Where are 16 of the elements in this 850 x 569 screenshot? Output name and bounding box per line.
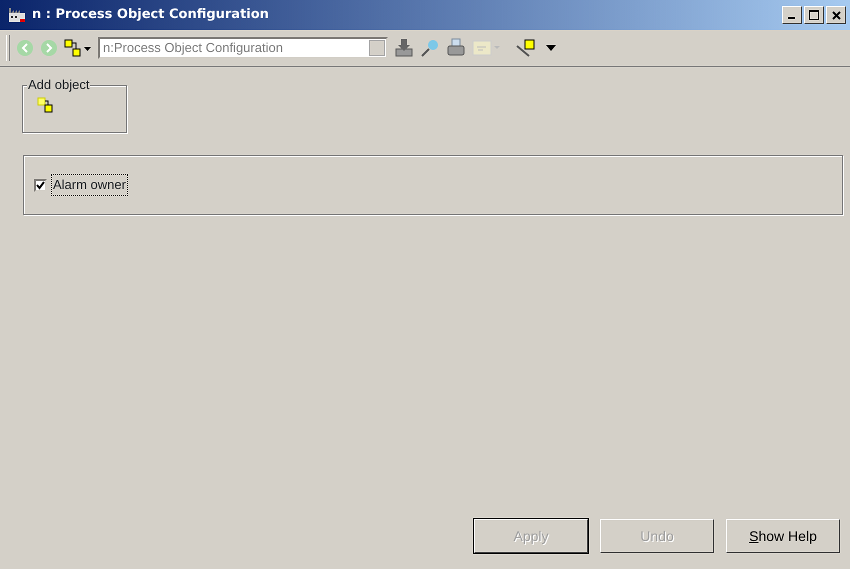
add-object-icon[interactable] — [36, 96, 54, 114]
caret-icon[interactable] — [546, 45, 556, 51]
maximize-button[interactable] — [804, 6, 824, 24]
dialog-button[interactable]: Show Help — [726, 519, 840, 553]
close-button[interactable] — [826, 6, 846, 24]
window-title: n : Process Object Configuration — [32, 6, 269, 24]
factory-icon — [8, 7, 26, 23]
printer-icon[interactable] — [446, 38, 466, 58]
checkbox-label[interactable]: Alarm owner — [51, 174, 128, 196]
close-icon — [832, 10, 840, 20]
object-tree-icon[interactable] — [64, 39, 92, 57]
checkbox[interactable] — [34, 178, 47, 192]
minimize-button[interactable] — [782, 6, 802, 24]
maximize-icon — [809, 10, 819, 20]
download-icon[interactable] — [394, 38, 414, 58]
group-label: Add object — [27, 77, 90, 93]
